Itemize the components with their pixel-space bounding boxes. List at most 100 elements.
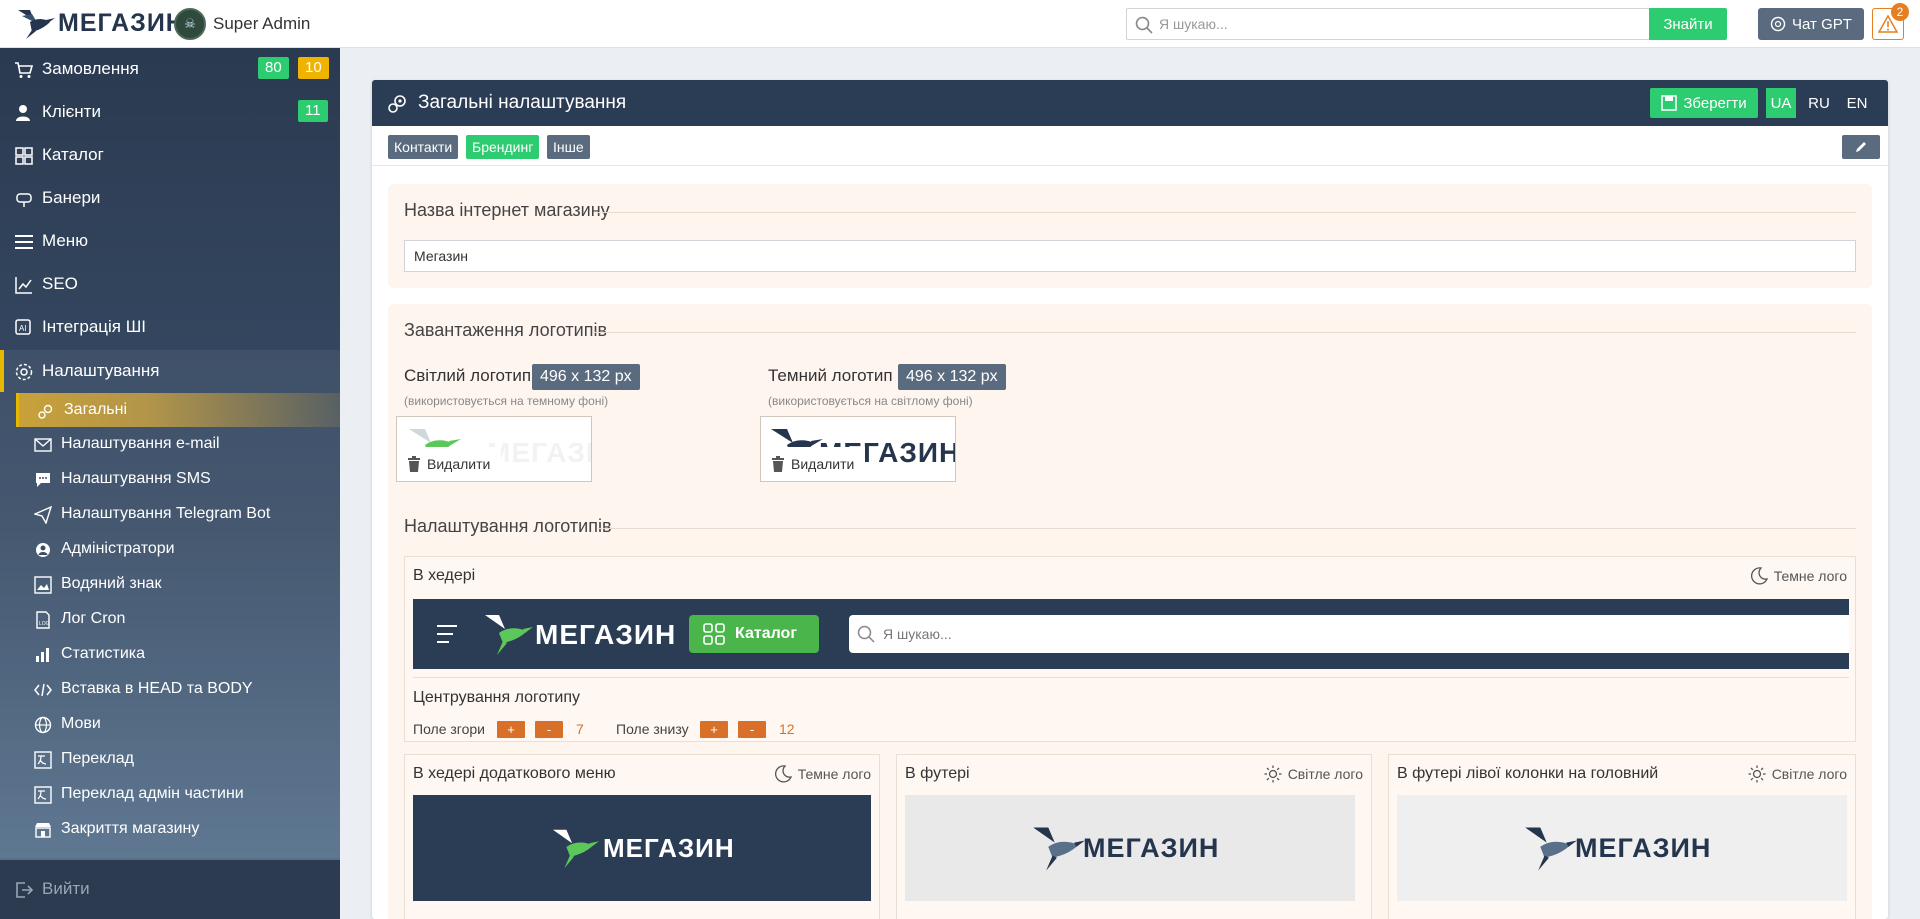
top-padding-plus-button[interactable]: + [497,721,525,738]
delete-light-logo-button[interactable]: Видалити [397,447,501,481]
sidebar-item-settings[interactable]: Налаштування [0,350,340,392]
hummingbird-logo-icon [552,829,599,869]
logo-text: МЕГАЗИН [58,8,185,37]
avatar[interactable]: ☠ [174,8,206,40]
sidebar-sub-head-body[interactable]: Вставка в HEAD та BODY [16,672,340,706]
sidebar-item-label: Замовлення [42,59,139,78]
hamburger-icon [15,235,33,249]
lang-ua[interactable]: UA [1766,88,1796,118]
tabs-row: Контакти Брендинг Інше [372,126,1888,166]
bottom-padding-value: 12 [779,721,795,737]
save-label: Зберегти [1683,94,1747,112]
sidebar-sub-cron-log[interactable]: LOG Лог Cron [16,602,340,636]
light-logo-toggle[interactable]: Світле лого [1748,765,1847,783]
store-name-input[interactable] [404,240,1856,272]
sidebar-sub-admins[interactable]: Адміністратори [16,532,340,566]
top-padding-minus-button[interactable]: - [535,721,563,738]
paper-plane-icon [34,506,52,524]
sidebar-item-banners[interactable]: Банери [0,177,340,219]
moon-icon [774,765,792,783]
sidebar-sub-label: Переклад адмін частини [61,785,244,802]
light-logo-preview[interactable]: МЕГАЗИН Видалити [396,416,592,482]
bottom-padding-minus-button[interactable]: - [738,721,766,738]
sidebar-sub-admin-translation[interactable]: Переклад адмін частини [16,777,340,811]
sidebar-item-catalog[interactable]: Каталог [0,134,340,176]
submenu-logo-preview: МЕГАЗИН [413,795,871,901]
hummingbird-logo-icon [1525,827,1577,871]
orders-new-badge: 80 [258,57,289,79]
chat-gpt-label: Чат GPT [1792,15,1852,33]
ai-icon: AI [15,319,31,335]
user-icon [16,105,30,121]
brand-logo[interactable]: МЕГАЗИН [16,6,185,40]
globe-icon [34,716,52,734]
sidebar-item-menu[interactable]: Меню [0,220,340,262]
header-preview-logo-text: МЕГАЗИН [535,619,677,650]
admin-name[interactable]: Super Admin [213,14,310,34]
search-icon [1135,16,1153,34]
store-name-title: Назва інтернет магазину [404,200,610,220]
tab-other[interactable]: Інше [547,135,590,159]
tab-branding[interactable]: Брендинг [466,135,540,159]
sidebar-item-ai[interactable]: AI Інтеграція ШІ [0,306,340,348]
footer-logo-card-title: В футері [905,765,970,782]
sidebar-sub-label: Лог Cron [61,610,126,627]
logos-section: Завантаження логотипів Світлий логотип 4… [388,304,1872,919]
chat-gpt-button[interactable]: Чат GPT [1758,8,1864,40]
sidebar-item-clients[interactable]: Клієнти 11 [0,91,340,133]
svg-text:LOG: LOG [39,621,50,627]
sidebar-sub-label: Налаштування SMS [61,470,211,487]
sidebar-sub-telegram[interactable]: Налаштування Telegram Bot [16,497,340,531]
sidebar-sub-label: Водяний знак [61,575,162,592]
page-title: Загальні налаштування [418,92,627,113]
alert-button[interactable]: 2 [1872,3,1909,40]
lang-ru[interactable]: RU [1804,88,1834,118]
sidebar-sub-sms[interactable]: Налаштування SMS [16,462,340,496]
dark-logo-note: (використовується на світлому фоні) [768,394,973,408]
header-logo-card-title: В хедері [413,567,476,584]
sidebar-item-label: Меню [42,231,88,250]
sidebar-sub-watermark[interactable]: Водяний знак [16,567,340,601]
logout-label: Вийти [42,879,90,898]
dark-logo-toggle[interactable]: Темне лого [1750,567,1847,585]
dark-logo-preview[interactable]: МЕГАЗИН Видалити [760,416,956,482]
search-button[interactable]: Знайти [1649,8,1727,40]
light-logo-toggle[interactable]: Світле лого [1264,765,1363,783]
tab-contacts[interactable]: Контакти [388,135,459,159]
top-padding-value: 7 [576,721,584,737]
save-button[interactable]: Зберегти [1650,88,1758,118]
sidebar-item-label: SEO [42,274,78,293]
top-padding-label: Поле згори [413,721,485,737]
light-logo-size-badge: 496 x 132 px [532,364,640,390]
dark-logo-toggle[interactable]: Темне лого [774,765,871,783]
openai-icon [1770,16,1786,32]
header-preview: МЕГАЗИН Каталог Я шукаю... [413,599,1849,669]
sidebar-sub-general[interactable]: Загальні [16,393,340,427]
toggle-label: Світле лого [1287,766,1363,782]
light-logo-text: МЕГАЗИН [487,437,591,468]
sidebar-item-orders[interactable]: Замовлення 80 10 [0,48,340,90]
sidebar-sub-statistics[interactable]: Статистика [16,637,340,671]
delete-dark-logo-button[interactable]: Видалити [761,447,865,481]
search-input[interactable] [1159,13,1559,35]
logout-icon [16,882,34,898]
sidebar-sub-languages[interactable]: Мови [16,707,340,741]
gear-icon [15,363,33,381]
sidebar-sub-translation[interactable]: Переклад [16,742,340,776]
sidebar-sub-label: Налаштування e-mail [61,435,220,452]
grid-icon [15,147,33,165]
logout-button[interactable]: Вийти [0,860,340,919]
panel-header: Загальні налаштування Зберегти UA RU EN [372,80,1888,126]
header-preview-search-placeholder: Я шукаю... [883,626,952,642]
sidebar-sub-store-closing[interactable]: Закриття магазину [16,812,340,846]
edit-button[interactable] [1842,135,1880,159]
sidebar-sub-email[interactable]: Налаштування e-mail [16,427,340,461]
submenu-logo-text: МЕГАЗИН [603,833,735,863]
lang-en[interactable]: EN [1842,88,1872,118]
store-icon [35,823,51,838]
catalog-preview-button: Каталог [689,615,819,653]
gears-icon [38,404,53,419]
bottom-padding-plus-button[interactable]: + [700,721,728,738]
light-logo-note: (використовується на темному фоні) [404,394,609,408]
sidebar-item-seo[interactable]: SEO [0,263,340,305]
